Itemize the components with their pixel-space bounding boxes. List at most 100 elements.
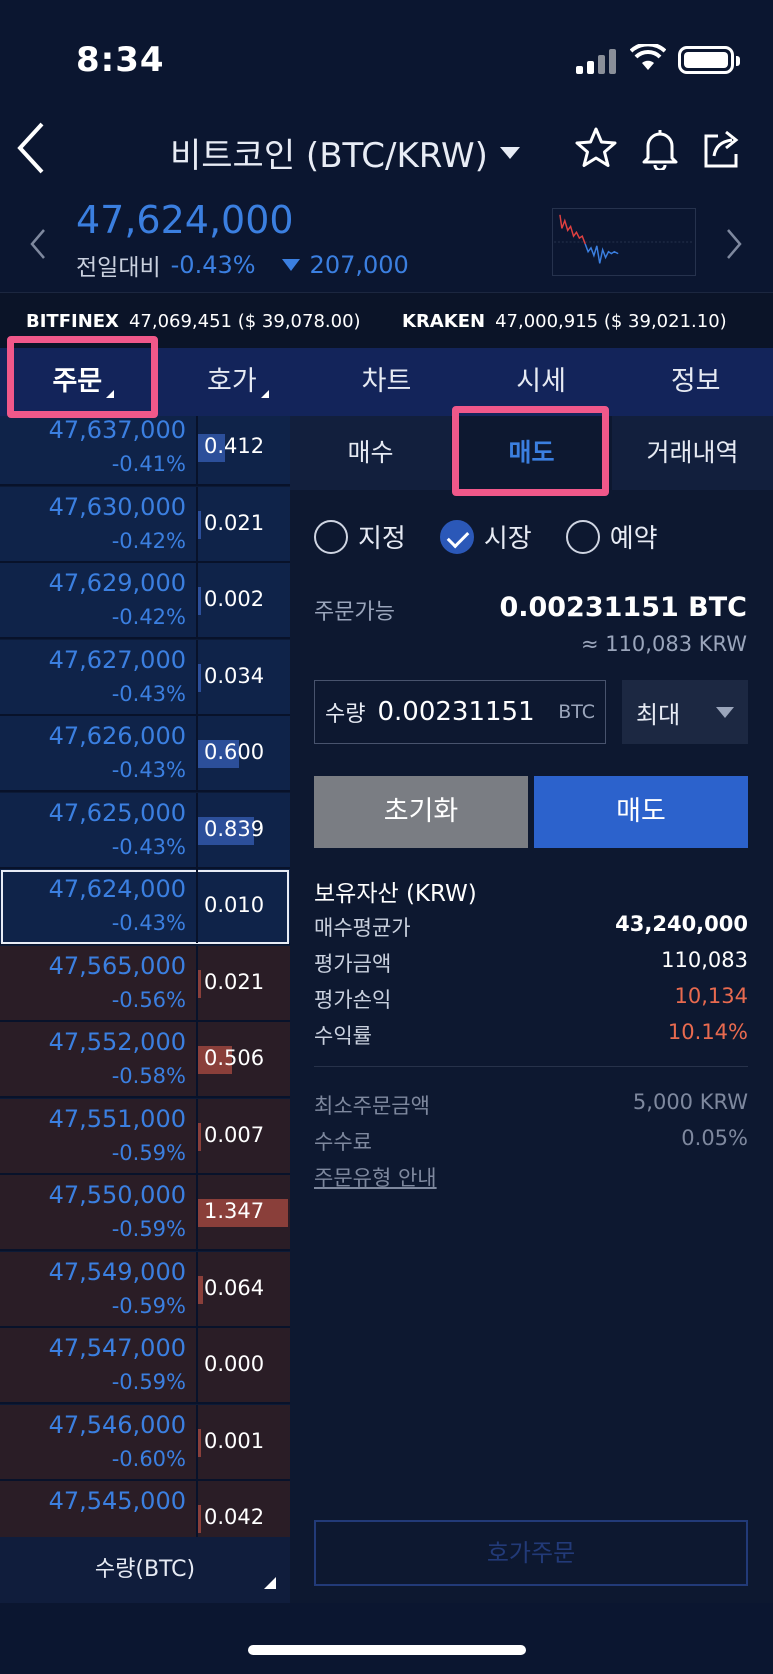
orderbook-percent: -0.42% <box>111 605 186 629</box>
order-type-guide-link[interactable]: 주문유형 안내 <box>314 1162 437 1192</box>
exchange-reference-row: BITFINEX 47,069,451 ($ 39,078.00) KRAKEN… <box>0 292 773 348</box>
orderbook-quantity: 0.042 <box>204 1505 265 1529</box>
orderbook-row[interactable]: 47,551,000 -0.59% 0.007 <box>0 1098 290 1175</box>
bell-icon[interactable] <box>638 126 682 170</box>
wifi-icon <box>630 44 666 70</box>
tab-order[interactable]: 주문 <box>0 348 155 416</box>
tab-chart[interactable]: 차트 <box>309 348 464 416</box>
orderbook-percent: -0.59% <box>111 1293 186 1318</box>
coin-title-selector[interactable]: 비트코인 (BTC/KRW) <box>170 128 520 177</box>
order-type-group: 지정 시장 예약 <box>314 518 658 555</box>
quantity-input[interactable]: 수량 0.00231151 BTC <box>314 680 606 744</box>
orderbook-quantity: 0.010 <box>204 893 265 917</box>
holding-key: 평가손익 <box>314 988 392 1012</box>
column-separator <box>196 869 198 943</box>
orderbook-quantity: 0.506 <box>204 1046 265 1070</box>
quantity-label: 수량 <box>325 702 366 727</box>
divider <box>314 1066 748 1067</box>
orderbook-percent: -0.58% <box>111 1064 186 1088</box>
orderbook-price: 47,624,000 <box>48 875 186 903</box>
orderbook-row-current[interactable]: 47,624,000 -0.43% 0.010 <box>0 869 290 945</box>
subtab-history[interactable]: 거래내역 <box>612 416 773 490</box>
exchange-value: 47,069,451 ($ 39,078.00) <box>128 311 361 332</box>
order-type-label: 지정 <box>358 524 406 554</box>
tab-info[interactable]: 정보 <box>618 348 773 416</box>
holding-value: 10,134 <box>674 984 748 1008</box>
change-amount: 207,000 <box>309 251 409 279</box>
cellular-signal-icon <box>576 48 616 74</box>
orderbook-percent: -0.43% <box>111 758 186 782</box>
share-icon[interactable] <box>700 126 744 170</box>
order-type-market[interactable]: 시장 <box>439 518 532 555</box>
orderbook-quantity: 0.002 <box>204 587 265 611</box>
orderbook-row[interactable]: 47,549,000 -0.59% 0.064 <box>0 1251 290 1328</box>
orderbook-row[interactable]: 47,627,000 -0.43% 0.034 <box>0 639 290 716</box>
orderbook-row[interactable]: 47,550,000 -0.59% 1.347 <box>0 1175 290 1251</box>
orderbook-row[interactable]: 47,637,000 -0.41% 0.412 <box>0 416 290 486</box>
back-icon[interactable] <box>14 120 48 176</box>
orderbook-percent: -0.43% <box>111 834 186 859</box>
min-order-row: 최소주문금액 5,000 KRW <box>314 1090 748 1120</box>
order-type-limit[interactable]: 지정 <box>314 518 406 555</box>
orderbook-row[interactable]: 47,552,000 -0.58% 0.506 <box>0 1022 290 1098</box>
quantity-unit: BTC <box>558 701 595 723</box>
orderbook-row[interactable]: 47,545,000 0.042 <box>0 1481 290 1537</box>
orderbook-quantity: 0.021 <box>204 969 265 994</box>
orderbook-price: 47,552,000 <box>48 1028 186 1056</box>
max-label: 최대 <box>636 700 681 729</box>
max-dropdown[interactable]: 최대 <box>622 680 748 744</box>
orderbook-percent: -0.59% <box>111 1140 186 1165</box>
orderbook-volume-bar <box>198 1505 201 1533</box>
order-type-reserved[interactable]: 예약 <box>565 518 658 555</box>
orderbook-quantity: 0.034 <box>204 663 265 688</box>
quantity-unit-selector[interactable]: 수량(BTC) <box>0 1537 290 1603</box>
orderbook-price: 47,626,000 <box>48 722 186 750</box>
orderbook-row[interactable]: 47,547,000 -0.59% 0.000 <box>0 1328 290 1404</box>
home-indicator[interactable] <box>248 1645 526 1655</box>
orderbook-quantity: 0.021 <box>204 510 265 535</box>
sell-button[interactable]: 매도 <box>534 776 748 848</box>
tab-label: 정보 <box>670 366 721 397</box>
tab-market[interactable]: 시세 <box>464 348 619 416</box>
orderbook-row[interactable]: 47,629,000 -0.42% 0.002 <box>0 563 290 639</box>
orderbook-row[interactable]: 47,630,000 -0.42% 0.021 <box>0 486 290 563</box>
orderbook-quantity: 0.007 <box>204 1122 265 1147</box>
orderbook-percent: -0.59% <box>111 1217 186 1241</box>
orderbook-row[interactable]: 47,546,000 -0.60% 0.001 <box>0 1404 290 1481</box>
fee-label: 수수료 <box>314 1130 372 1154</box>
orderbook-quantity: 0.064 <box>204 1275 265 1300</box>
subtab-buy[interactable]: 매수 <box>290 416 451 490</box>
available-label: 주문가능 <box>314 600 395 625</box>
mini-price-chart[interactable] <box>552 208 696 276</box>
orderbook-order-button[interactable]: 호가주문 <box>314 1520 748 1586</box>
orderbook-price: 47,637,000 <box>48 416 186 444</box>
orderbook-volume-bar <box>198 663 201 692</box>
radio-unchecked-icon <box>565 519 600 554</box>
dropdown-caret-icon <box>499 146 520 159</box>
exchange-value: 47,000,915 ($ 39,021.10) <box>495 311 727 332</box>
status-bar: 8:34 <box>0 0 773 110</box>
orderbook-row[interactable]: 47,625,000 -0.43% 0.839 <box>0 792 290 869</box>
order-type-label: 시장 <box>483 524 532 554</box>
holding-avg-price: 매수평균가 43,240,000 <box>314 912 748 942</box>
orderbook-price: 47,550,000 <box>48 1181 186 1209</box>
chevron-right-icon[interactable] <box>724 226 744 262</box>
min-order-value: 5,000 KRW <box>632 1090 748 1114</box>
star-icon[interactable] <box>574 126 618 170</box>
radio-checked-icon <box>439 519 474 554</box>
subtab-sell[interactable]: 매도 <box>451 416 612 490</box>
header: 비트코인 (BTC/KRW) <box>0 110 773 192</box>
holding-return-rate: 수익률 10.14% <box>314 1020 748 1050</box>
orderbook-row[interactable]: 47,565,000 -0.56% 0.021 <box>0 945 290 1022</box>
holding-key: 수익률 <box>314 1024 372 1048</box>
chevron-left-icon[interactable] <box>28 226 48 262</box>
tab-label: 호가 <box>207 366 257 397</box>
holding-key: 매수평균가 <box>314 916 411 940</box>
reset-button[interactable]: 초기화 <box>314 776 528 848</box>
order-book: 47,637,000 -0.41% 0.412 47,630,000 -0.42% 0.0… <box>0 416 290 1537</box>
orderbook-row[interactable]: 47,626,000 -0.43% 0.600 <box>0 716 290 792</box>
tab-orderbook[interactable]: 호가 <box>155 348 310 416</box>
orderbook-price: 47,625,000 <box>48 798 186 827</box>
status-time: 8:34 <box>76 40 165 80</box>
orderbook-quantity: 0.001 <box>204 1428 265 1453</box>
